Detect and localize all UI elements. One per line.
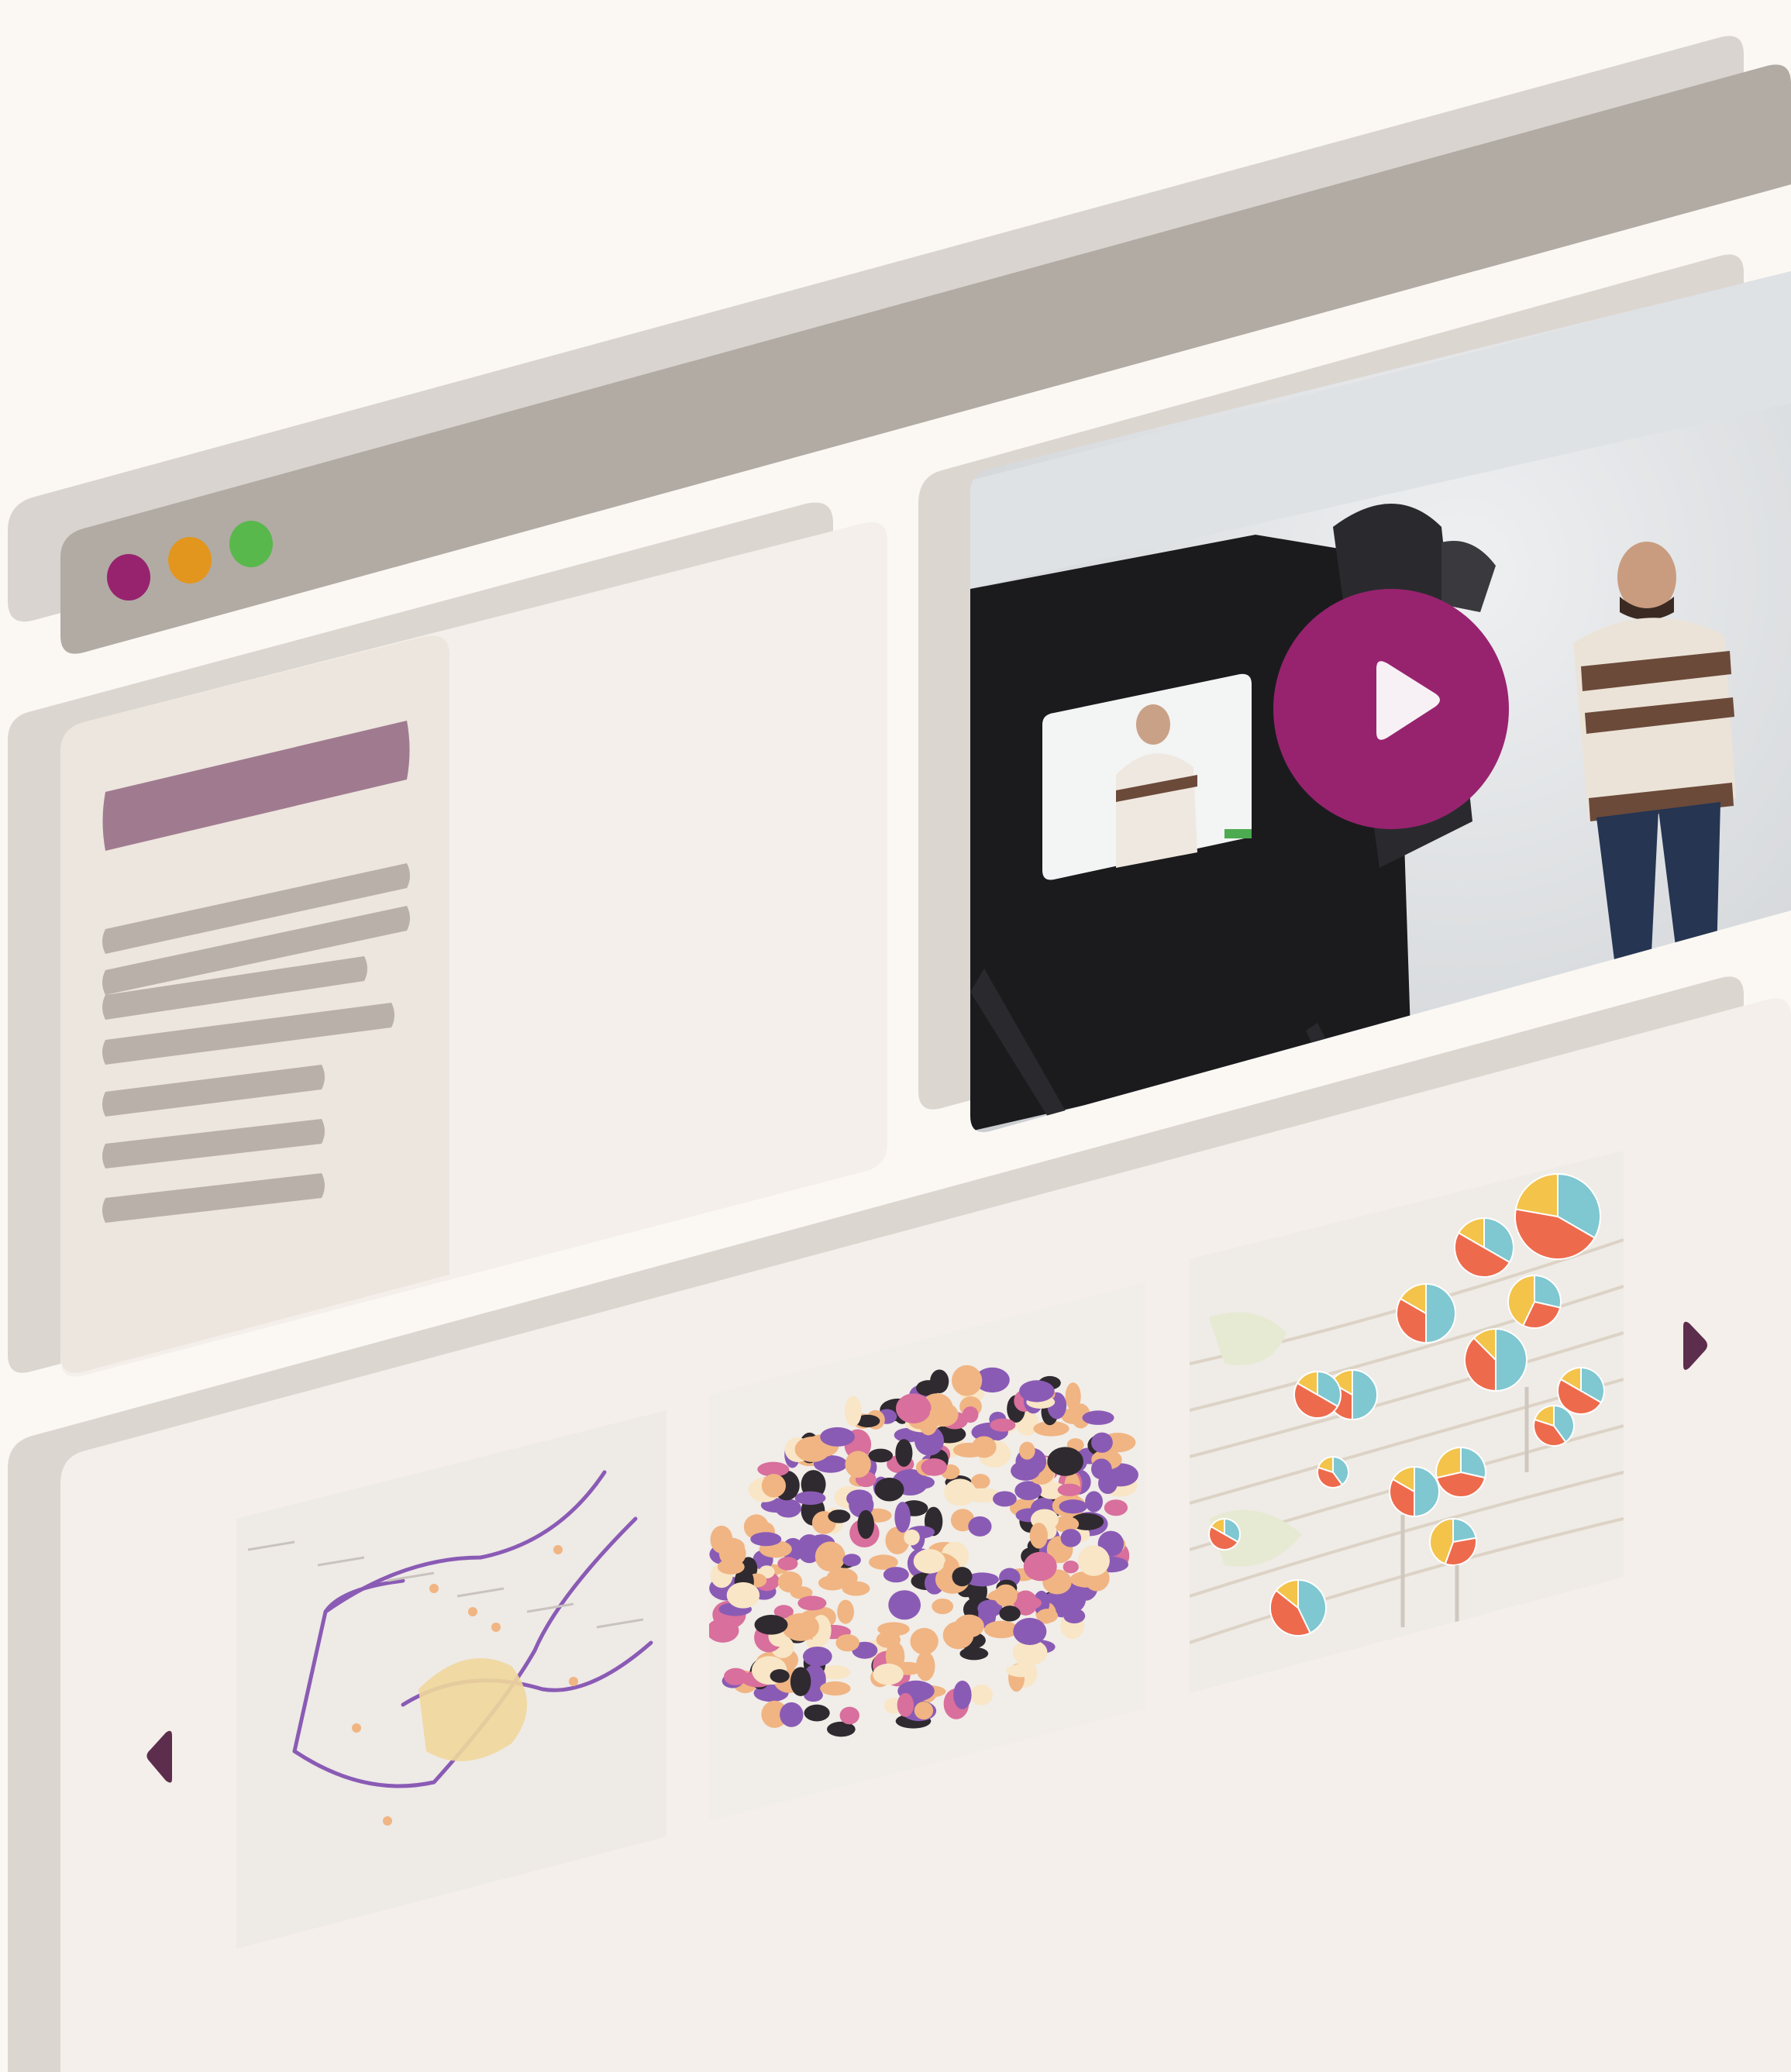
browser-mockup-illustration xyxy=(8,36,1791,2072)
window-maximize-icon[interactable] xyxy=(229,521,273,567)
window-minimize-icon[interactable] xyxy=(168,537,212,583)
window-close-icon[interactable] xyxy=(107,554,150,601)
